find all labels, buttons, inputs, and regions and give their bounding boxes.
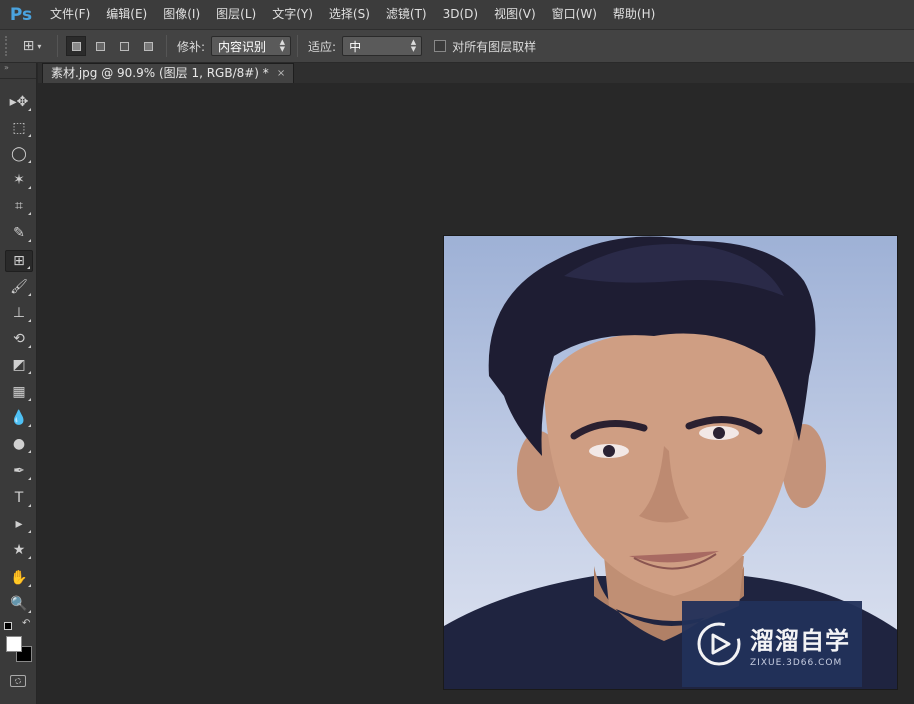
document-tab[interactable]: 素材.jpg @ 90.9% (图层 1, RGB/8#) * ×: [42, 63, 295, 83]
default-colors-icon[interactable]: [4, 622, 12, 630]
divider: [166, 35, 167, 57]
document-tab-title: 素材.jpg @ 90.9% (图层 1, RGB/8#) *: [51, 66, 269, 80]
menu-item[interactable]: 文件(F): [42, 0, 98, 29]
options-bar-grip[interactable]: [5, 36, 13, 56]
document-tab-bar: 素材.jpg @ 90.9% (图层 1, RGB/8#) * ×: [38, 63, 914, 83]
options-bar: ⊞ ▾ 修补: 内容识别 ▲ ▼ 适应: 中 ▲ ▼ 对所有图层取样: [0, 29, 914, 63]
menu-item[interactable]: 图像(I): [155, 0, 208, 29]
adapt-label: 适应:: [308, 39, 337, 54]
select-arrows-icon: ▲ ▼: [410, 38, 417, 53]
patch-tool-icon: ⊞: [22, 38, 35, 54]
close-icon[interactable]: ×: [277, 64, 285, 83]
quick-mask-icon[interactable]: [10, 675, 26, 687]
subtract-selection-button[interactable]: [114, 36, 134, 56]
stamp-tool-icon[interactable]: ⊥: [5, 302, 33, 324]
brush-tool-icon[interactable]: 🖌: [5, 276, 33, 298]
add-selection-button[interactable]: [90, 36, 110, 56]
menu-item[interactable]: 窗口(W): [544, 0, 605, 29]
move-tool-icon[interactable]: ▸✥: [5, 91, 33, 113]
chevron-down-icon: ▾: [37, 41, 42, 51]
menu-item[interactable]: 图层(L): [208, 0, 264, 29]
zoom-tool-icon[interactable]: 🔍: [5, 593, 33, 615]
adapt-select[interactable]: 中 ▲ ▼: [342, 36, 423, 56]
gradient-icon[interactable]: ▦: [5, 381, 33, 403]
patch-tool-icon[interactable]: ⊞: [5, 250, 33, 272]
foreground-color-swatch[interactable]: [6, 636, 22, 652]
magic-wand-icon[interactable]: ✶: [5, 169, 33, 191]
menu-item[interactable]: 编辑(E): [98, 0, 155, 29]
divider: [297, 35, 299, 57]
sample-all-layers-label: 对所有图层取样: [452, 39, 537, 54]
type-tool-icon[interactable]: T: [5, 487, 33, 509]
watermark-title: 溜溜自学: [750, 626, 850, 655]
tools-panel: » ▸✥ ⬚ ◯ ✶ ⌗ ✎ ⊞ 🖌 ⊥ ⟲ ◩ ▦ 💧 ● ✒ T ▸ ★ ✋ 🔍 ↶: [0, 63, 37, 704]
portrait-photo[interactable]: 溜溜自学 ZIXUE.3D66.COM: [443, 235, 898, 690]
hand-tool-icon[interactable]: ✋: [5, 567, 33, 589]
watermark: 溜溜自学 ZIXUE.3D66.COM: [682, 601, 862, 687]
dodge-tool-icon[interactable]: ●: [5, 433, 33, 455]
intersect-selection-button[interactable]: [138, 36, 158, 56]
menu-item[interactable]: 滤镜(T): [378, 0, 435, 29]
path-select-icon[interactable]: ▸: [5, 513, 33, 535]
history-brush-icon[interactable]: ⟲: [5, 328, 33, 350]
menu-item[interactable]: 3D(D): [435, 0, 486, 29]
shape-tool-icon[interactable]: ★: [5, 539, 33, 561]
marquee-tool-icon[interactable]: ⬚: [5, 117, 33, 139]
menu-item[interactable]: 视图(V): [486, 0, 544, 29]
lasso-tool-icon[interactable]: ◯: [5, 143, 33, 165]
select-arrows-icon: ▲ ▼: [279, 38, 286, 53]
menu-bar: Ps 文件(F) 编辑(E) 图像(I) 图层(L) 文字(Y) 选择(S) 滤镜(T) 3D…: [0, 0, 914, 29]
menu-item[interactable]: 帮助(H): [605, 0, 663, 29]
panel-collapse-icon[interactable]: »: [0, 63, 36, 79]
new-selection-button[interactable]: [66, 36, 86, 56]
color-swatches: ↶: [4, 618, 34, 668]
patch-mode-select[interactable]: 内容识别 ▲ ▼: [211, 36, 292, 56]
eraser-icon[interactable]: ◩: [5, 354, 33, 376]
patch-mode-value: 内容识别: [218, 39, 267, 54]
pen-tool-icon[interactable]: ✒: [5, 460, 33, 482]
eyedropper-icon[interactable]: ✎: [5, 222, 33, 244]
menu-item[interactable]: 选择(S): [321, 0, 378, 29]
watermark-url: ZIXUE.3D66.COM: [750, 657, 843, 668]
tool-preset-picker[interactable]: ⊞ ▾: [13, 34, 51, 58]
swap-colors-icon[interactable]: ↶: [22, 618, 30, 629]
menu-item[interactable]: 文字(Y): [264, 0, 321, 29]
divider: [57, 35, 58, 57]
photoshop-logo: Ps: [9, 4, 33, 25]
adapt-value: 中: [349, 39, 362, 54]
canvas-area[interactable]: 溜溜自学 ZIXUE.3D66.COM: [38, 83, 914, 704]
sample-all-layers-checkbox[interactable]: [434, 40, 447, 52]
blur-tool-icon[interactable]: 💧: [5, 407, 33, 429]
play-logo-icon: [697, 622, 741, 666]
crop-tool-icon[interactable]: ⌗: [5, 195, 33, 217]
patch-label: 修补:: [177, 39, 206, 54]
